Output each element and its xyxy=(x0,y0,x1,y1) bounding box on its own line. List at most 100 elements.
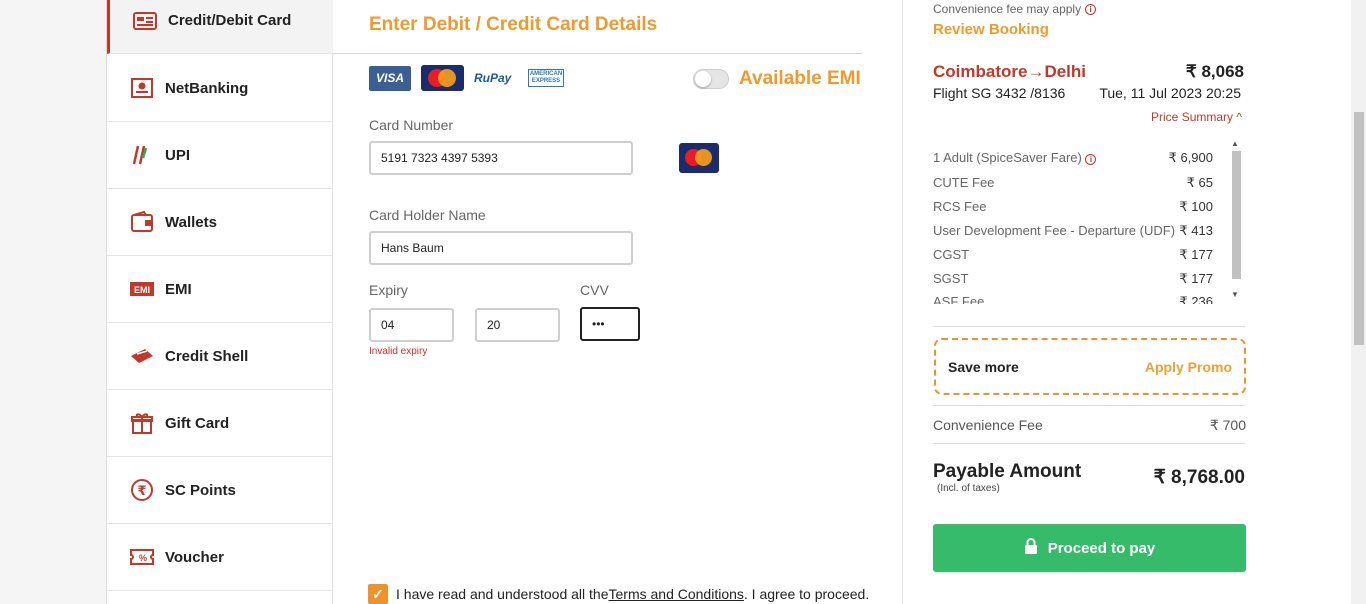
payment-method-sidebar: Credit/Debit Card NetBanking UPI Wallets… xyxy=(106,0,333,604)
scroll-down-icon[interactable]: ▼ xyxy=(1231,290,1239,299)
sidebar-item-upi[interactable]: UPI xyxy=(107,122,333,189)
route: Coimbatore→Delhi xyxy=(933,62,1087,81)
breakdown-amount: ₹ 6,900 xyxy=(1168,150,1213,165)
scroll-thumb[interactable] xyxy=(1232,151,1241,279)
breakdown-label: RCS Fee xyxy=(933,199,987,214)
sidebar-item-label: Gift Card xyxy=(165,414,230,432)
rupay-logo: RuPay xyxy=(474,71,518,85)
incl-taxes: (Incl. of taxes) xyxy=(937,483,1000,494)
terms-checkbox[interactable]: ✓ xyxy=(368,584,388,604)
svg-text:EMI: EMI xyxy=(134,285,150,295)
divider xyxy=(933,326,1245,327)
cvv-label: CVV xyxy=(580,282,609,298)
breakdown-amount: ₹ 413 xyxy=(1179,223,1213,238)
amex-logo-line1: AMERICAN xyxy=(529,71,563,77)
convenience-note-text: Convenience fee may apply xyxy=(933,2,1082,16)
divider xyxy=(933,443,1245,444)
breakdown-row: CUTE Fee ₹ 65 xyxy=(933,175,1213,191)
terms-link[interactable]: Terms and Conditions xyxy=(609,586,744,602)
proceed-label: Proceed to pay xyxy=(1047,539,1156,557)
expiry-error: Invalid expiry xyxy=(369,346,428,357)
sidebar-item-credit-debit-card[interactable]: Credit/Debit Card xyxy=(107,0,333,54)
info-icon[interactable]: i xyxy=(1085,154,1097,165)
sidebar-item-netbanking[interactable]: NetBanking xyxy=(107,55,333,122)
breakdown-row: CGST ₹ 177 xyxy=(933,247,1213,263)
flight-number: Flight SG 3432 /8136 xyxy=(933,85,1066,101)
sidebar-item-label: Credit Shell xyxy=(165,347,249,365)
sidebar-item-sc-points[interactable]: ₹ SC Points xyxy=(107,457,333,524)
upi-icon xyxy=(129,142,155,168)
card-holder-label: Card Holder Name xyxy=(369,207,486,223)
breakdown-label: 1 Adult (SpiceSaver Fare) i xyxy=(933,150,1097,166)
sidebar-item-gift-card[interactable]: Gift Card xyxy=(107,390,333,457)
sidebar-item-label: Wallets xyxy=(165,213,217,231)
sidebar-item-voucher[interactable]: % Voucher xyxy=(107,524,333,591)
promo-box: Save more Apply Promo xyxy=(934,338,1246,395)
accepted-cards: VISA RuPay AMERICAN EXPRESS xyxy=(369,65,564,91)
emi-icon: EMI xyxy=(129,276,155,302)
expiry-label: Expiry xyxy=(369,282,408,298)
divider xyxy=(333,53,862,54)
breakdown-row: ASF Fee ₹ 236 xyxy=(933,294,1213,304)
detected-card-mastercard-icon xyxy=(679,143,719,173)
card-icon xyxy=(132,8,158,34)
sidebar-item-emi[interactable]: EMI EMI xyxy=(107,256,333,323)
rupee-circle-icon: ₹ xyxy=(129,477,155,503)
lock-icon xyxy=(1024,537,1038,559)
breakdown-label: User Development Fee - Departure (UDF) xyxy=(933,223,1176,238)
expiry-month-input[interactable]: 04 xyxy=(369,308,454,342)
terms-agreement: ✓ I have read and understood all the Ter… xyxy=(368,584,869,604)
scroll-up-icon[interactable]: ▲ xyxy=(1231,139,1239,148)
visa-logo: VISA xyxy=(369,65,411,91)
breakdown-scrollbar[interactable]: ▲ ▼ xyxy=(1230,137,1241,304)
fare-total: ₹ 8,068 xyxy=(1185,62,1244,81)
sidebar-item-credit-shell[interactable]: Credit Shell xyxy=(107,323,333,390)
convenience-fee-label: Convenience Fee xyxy=(933,417,1043,433)
emi-label: Available EMI xyxy=(739,68,861,89)
page-scroll-thumb[interactable] xyxy=(1354,112,1364,345)
sidebar-item-label: Credit/Debit Card xyxy=(168,12,292,29)
agree-text-post: . I agree to proceed. xyxy=(743,586,870,602)
sidebar-item-label: EMI xyxy=(165,280,192,298)
card-number-input[interactable]: 5191 7323 4397 5393 xyxy=(369,141,633,175)
emi-toggle[interactable] xyxy=(693,69,729,89)
breakdown-row: 1 Adult (SpiceSaver Fare) i ₹ 6,900 xyxy=(933,150,1213,166)
page-title: Enter Debit / Credit Card Details xyxy=(369,14,658,35)
amex-logo: AMERICAN EXPRESS xyxy=(528,69,564,87)
convenience-fee-amount: ₹ 700 xyxy=(1209,417,1246,433)
sidebar-item-wallets[interactable]: Wallets xyxy=(107,189,333,256)
credit-shell-icon xyxy=(129,343,155,369)
sidebar-item-label: SC Points xyxy=(165,481,236,499)
convenience-fee-row: Convenience Fee ₹ 700 xyxy=(933,417,1246,434)
review-booking-link[interactable]: Review Booking xyxy=(933,21,1049,38)
apply-promo-button[interactable]: Apply Promo xyxy=(1145,359,1232,375)
amex-logo-line2: EXPRESS xyxy=(531,78,561,84)
breakdown-label: CGST xyxy=(933,247,970,262)
cvv-input[interactable]: ••• xyxy=(580,307,640,341)
breakdown-amount: ₹ 177 xyxy=(1179,271,1213,286)
breakdown-row: User Development Fee - Departure (UDF) ₹… xyxy=(933,223,1213,239)
card-holder-input[interactable]: Hans Baum xyxy=(369,231,633,265)
breakdown-amount: ₹ 177 xyxy=(1179,247,1213,262)
proceed-to-pay-button[interactable]: Proceed to pay xyxy=(933,524,1246,572)
price-summary-toggle[interactable]: Price Summary ^ xyxy=(1151,110,1242,124)
breakdown-amount: ₹ 100 xyxy=(1179,199,1213,214)
sidebar-item-label: UPI xyxy=(165,146,191,164)
payable-amount: ₹ 8,768.00 xyxy=(1153,467,1245,488)
divider xyxy=(933,405,1245,406)
breakdown-label-text: 1 Adult (SpiceSaver Fare) xyxy=(933,150,1082,165)
save-more-text: Save more xyxy=(948,358,1019,375)
breakdown-label: ASF Fee xyxy=(933,294,985,304)
card-details-panel: Enter Debit / Credit Card Details VISA R… xyxy=(333,0,902,604)
mastercard-logo xyxy=(421,65,464,91)
page-scrollbar[interactable] xyxy=(1351,0,1366,604)
breakdown-label: SGST xyxy=(933,271,969,286)
info-icon[interactable]: i xyxy=(1085,3,1097,15)
price-breakdown: 1 Adult (SpiceSaver Fare) i ₹ 6,900 CUTE… xyxy=(933,140,1229,304)
convenience-note: Convenience fee may apply i xyxy=(933,2,1097,16)
voucher-icon: % xyxy=(129,544,155,570)
booking-summary: Convenience fee may apply i Review Booki… xyxy=(902,0,1366,604)
expiry-year-input[interactable]: 20 xyxy=(475,308,560,342)
flight-date: Tue, 11 Jul 2023 20:25 xyxy=(1099,85,1241,101)
rupay-logo-text: RuPay xyxy=(474,71,512,85)
